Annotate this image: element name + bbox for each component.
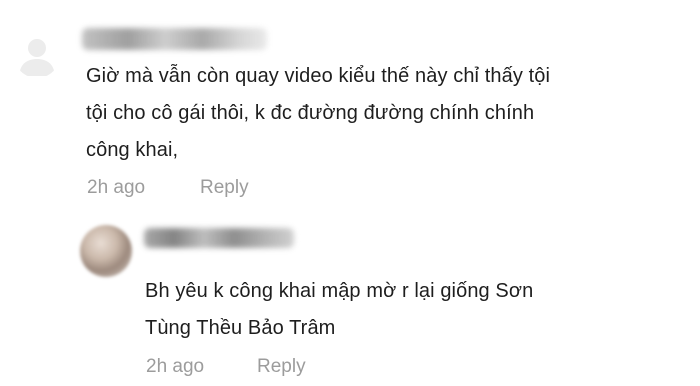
username-blurred[interactable]: [144, 228, 294, 248]
comment-text-line: công khai,: [86, 139, 179, 161]
reply-button[interactable]: Reply: [257, 356, 306, 378]
reply-text-line: Tùng Thều Bảo Trâm: [145, 317, 336, 339]
avatar-blurred[interactable]: [80, 225, 132, 277]
reply-text: Bh yêu k công khai mập mờ r lại giống Sơ…: [145, 273, 685, 347]
reply-button[interactable]: Reply: [200, 177, 249, 199]
comment-text-line: Giờ mà vẫn còn quay video kiểu thế này c…: [86, 65, 551, 87]
comment-timestamp: 2h ago: [87, 177, 146, 198]
comment-text-line: tội cho cô gái thôi, k đc đường đường ch…: [86, 102, 535, 124]
default-user-icon[interactable]: [14, 32, 60, 78]
comment-text: Giờ mà vẫn còn quay video kiểu thế này c…: [86, 58, 686, 169]
reply-timestamp: 2h ago: [146, 356, 205, 377]
reply-text-line: Bh yêu k công khai mập mờ r lại giống Sơ…: [145, 280, 534, 302]
username-blurred[interactable]: [82, 28, 267, 50]
